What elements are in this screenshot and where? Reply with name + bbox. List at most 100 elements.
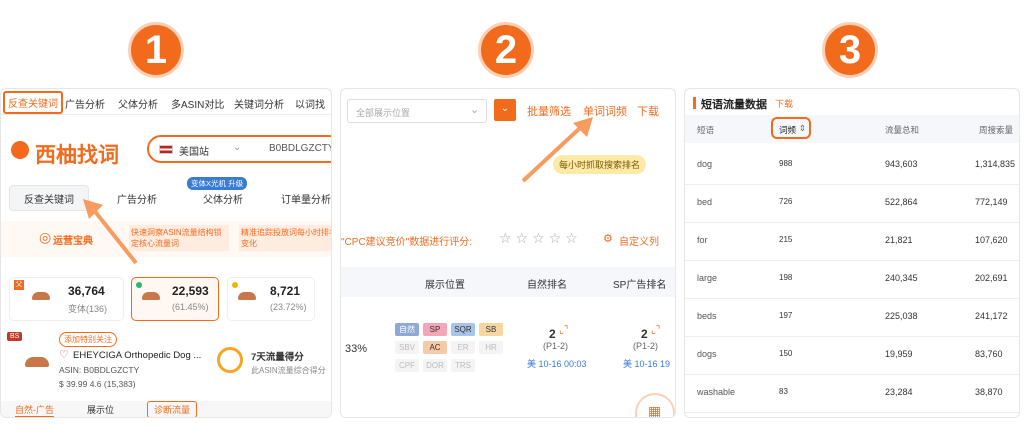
chip-sp: SP [423, 323, 447, 336]
col-traffic-total[interactable]: 流量总和 [885, 124, 919, 136]
nav-find-by-word[interactable]: 以词找 [295, 96, 325, 111]
table-row[interactable]: bed 726 522,864 772,149 [685, 183, 1019, 223]
us-flag-icon [159, 145, 173, 154]
phrase-cell: dog [697, 159, 713, 169]
dropdown-toggle-button[interactable]: ⌄ [494, 99, 516, 121]
col-organic-rank[interactable]: 自然排名 [527, 276, 567, 291]
chip-organic: 自然 [395, 323, 419, 336]
traffic-total-cell: 21,821 [885, 235, 913, 245]
banner-tip-1[interactable]: 快速洞察ASIN流量结构锁定核心流量词 [129, 225, 229, 251]
score-title: 7天流量得分 [251, 352, 304, 363]
float-assistant-button[interactable]: ▦ [635, 393, 675, 417]
weekly-search-cell: 1,314,835 [975, 159, 1016, 169]
chip-ac: AC [423, 341, 447, 354]
chevron-down-icon: ⌄ [233, 142, 242, 153]
traffic-card-third[interactable]: 8,721 (23.72%) [227, 277, 315, 321]
card-sub: (23.72%) [270, 302, 307, 312]
custom-columns-link[interactable]: 自定义列 [619, 233, 659, 248]
placement-select[interactable]: 全部展示位置 ⌄ [347, 99, 487, 123]
panel-reverse-keyword: 反查关键词 广告分析 父体分析 多ASIN对比 关键词分析 以词找 西柚找词 美… [0, 88, 332, 418]
weekly-search-cell: 202,691 [975, 273, 1008, 283]
tab-order-analysis[interactable]: 订单量分析 [271, 185, 331, 211]
product-title[interactable]: EHEYCIGA Orthopedic Dog ... [73, 350, 201, 361]
traffic-total-cell: 943,603 [885, 159, 918, 169]
add-follow-button[interactable]: 添加特别关注 [59, 332, 117, 347]
traffic-total-cell: 522,864 [885, 197, 918, 207]
phrase-cell: bed [697, 197, 713, 207]
phrase-table-header: 短语 词频 ⇕ 流量总和 周搜索量 [685, 115, 1019, 143]
chip-sbv: SBV [395, 341, 419, 354]
cpc-score-text: "CPC建议竞价"数据进行评分: [341, 237, 472, 248]
table-row[interactable]: beds 197 225,038 241,172 [685, 297, 1019, 337]
product-thumb [25, 357, 49, 367]
composite-screenshot: 1 2 3 反查关键词 广告分析 父体分析 多ASIN对比 关键词分析 以词找 … [0, 0, 1024, 434]
frequency-cell: 197 [779, 311, 793, 320]
sp-rank-value: 2 [641, 327, 648, 341]
asin-input[interactable]: B0BDLGZCTY [269, 143, 331, 154]
nav-reverse-keyword[interactable]: 反查关键词 [3, 91, 63, 114]
site-select[interactable]: 美国站 [179, 143, 209, 158]
chip-dor: DOR [423, 359, 447, 372]
download-link[interactable]: 下载 [775, 97, 793, 110]
col-weekly-search[interactable]: 周搜索量 [979, 124, 1013, 136]
settings-icon: ⚙ [603, 233, 613, 245]
status-dot [136, 282, 142, 288]
col-placement: 展示位置 [425, 280, 465, 291]
heart-icon[interactable]: ♡ [59, 348, 69, 361]
nav-parent-analysis[interactable]: 父体分析 [118, 96, 158, 111]
step-badge-1: 1 [128, 22, 184, 78]
card-value: 8,721 [270, 284, 301, 298]
pointer-arrow [521, 117, 593, 183]
nav-ad-analysis[interactable]: 广告分析 [65, 96, 105, 111]
table-row[interactable]: dogs 150 19,959 83,760 [685, 335, 1019, 375]
col-frequency[interactable]: 词频 [779, 124, 796, 136]
download-link[interactable]: 下载 [637, 103, 659, 119]
traffic-total-cell: 225,038 [885, 311, 918, 321]
logo-icon [11, 141, 29, 159]
phrase-cell: dogs [697, 349, 717, 359]
tab-reverse-keyword[interactable]: 反查关键词 [9, 185, 89, 211]
bottom-tab-bar: 自然-广告 展示位 诊断流量 [1, 401, 331, 417]
banner-tip-2[interactable]: 精准追踪投放词每小时排名变化 [239, 225, 331, 251]
weekly-search-cell: 241,172 [975, 311, 1008, 321]
traffic-card-selected[interactable]: 22,593 (61.45%) [131, 277, 219, 321]
pointer-arrow [83, 199, 138, 265]
product-thumb [142, 292, 160, 300]
table-row[interactable]: washable 83 23,284 38,870 [685, 373, 1019, 413]
bestseller-badge: BS [7, 332, 23, 341]
table-row[interactable]: large 198 240,345 202,691 [685, 259, 1019, 299]
upgrade-badge: 变体X光机 升级 [187, 177, 248, 190]
frequency-cell: 988 [779, 159, 793, 168]
frequency-cell: 150 [779, 349, 793, 358]
chip-cpf: CPF [395, 359, 419, 372]
panel-phrase-traffic: 短语流量数据 下载 短语 词频 ⇕ 流量总和 周搜索量 dog 988 943,60… [684, 88, 1020, 418]
table-row[interactable]: for 215 21,821 107,620 [685, 221, 1019, 261]
product-thumb [238, 292, 256, 300]
col-phrase: 短语 [697, 125, 715, 135]
score-sub: 此ASIN流量综合得分 [251, 366, 326, 375]
asin-search-box[interactable]: 美国站 ⌄ B0BDLGZCTY [147, 135, 331, 163]
phrase-table-title: 短语流量数据 [701, 99, 767, 111]
table-row[interactable]: dog 988 943,603 1,314,835 [685, 145, 1019, 185]
trend-icon[interactable]: ⌞⌝ [651, 325, 660, 336]
card-value: 22,593 [172, 284, 209, 298]
trend-icon[interactable]: ⌞⌝ [559, 325, 568, 336]
rating-stars[interactable]: ☆☆☆☆☆ [499, 230, 582, 247]
top-nav: 反查关键词 广告分析 父体分析 多ASIN对比 关键词分析 以词找 [1, 89, 331, 115]
traffic-card-variant[interactable]: 父 36,764 变体(136) [9, 277, 124, 321]
step-badge-3: 3 [822, 22, 878, 78]
chip-er: ER [451, 341, 475, 354]
tab-placement[interactable]: 展示位 [87, 403, 114, 416]
sort-icon[interactable]: ⇕ [799, 123, 806, 134]
nav-multi-asin[interactable]: 多ASIN对比 [171, 96, 224, 111]
product-asin: ASIN: B0BDLGZCTY [59, 365, 140, 375]
tab-organic-ad[interactable]: 自然-广告 [15, 403, 54, 417]
rank-table-header: 展示位置 自然排名 SP广告排名 [341, 267, 675, 297]
col-sp-rank[interactable]: SP广告排名 [613, 276, 666, 291]
step-badge-2: 2 [478, 22, 534, 78]
card-sub: (61.45%) [172, 302, 209, 312]
nav-keyword-analysis[interactable]: 关键词分析 [234, 96, 284, 111]
diagnose-traffic-button[interactable]: 诊断流量 [147, 401, 198, 417]
guide-banner: ◎ 运营宝典 快速洞察ASIN流量结构锁定核心流量词 精准追踪投放词每小时排名变… [1, 221, 331, 257]
phrase-cell: beds [697, 311, 717, 321]
